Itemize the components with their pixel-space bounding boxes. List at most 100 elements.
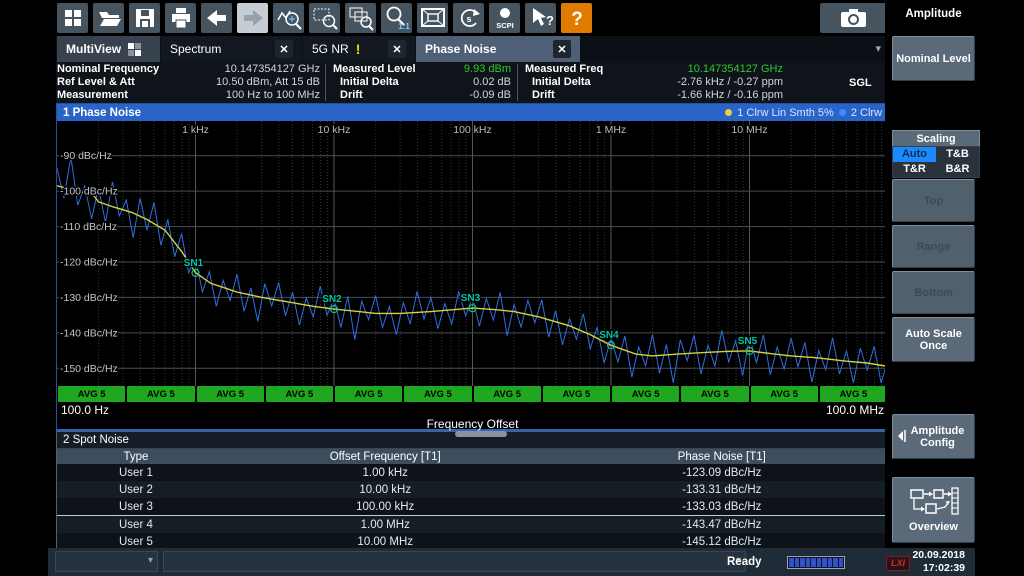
tab-phase-noise[interactable]: Phase Noise ✕ xyxy=(416,36,580,62)
table-row[interactable]: User 4 1.00 MHz -143.47 dBc/Hz xyxy=(57,515,888,533)
overview-button[interactable]: Overview xyxy=(892,477,975,543)
cell-offset: 100.00 kHz xyxy=(215,498,556,515)
scaling-option-br[interactable]: B&R xyxy=(936,162,979,177)
button-label: Bottom xyxy=(914,287,953,299)
table-row[interactable]: User 3 100.00 kHz -133.03 dBc/Hz xyxy=(57,498,888,515)
tab-5g-nr[interactable]: 5G NR ! ✕ xyxy=(303,36,415,62)
cell-offset: 10.00 kHz xyxy=(215,481,556,498)
info-label: Drift xyxy=(525,89,555,102)
window-title-bar[interactable]: 1 Phase Noise 1 Clrw Lin Smth 5% 2 Clrw xyxy=(57,104,888,121)
redo-button[interactable] xyxy=(237,3,268,33)
multi-zoom-button[interactable] xyxy=(345,3,376,33)
marker-label: SN4 xyxy=(599,330,619,341)
instrument-screen: 1:1 s SCPI ? xyxy=(0,0,1024,576)
chevron-down-icon: ▾ xyxy=(148,555,153,566)
windows-menu-button[interactable] xyxy=(57,3,88,33)
window-splitter-handle[interactable] xyxy=(455,431,507,437)
cell-phase-noise: -133.03 dBc/Hz xyxy=(556,498,888,515)
zoom-area-button[interactable] xyxy=(309,3,340,33)
phase-noise-window: 1 Phase Noise 1 Clrw Lin Smth 5% 2 Clrw … xyxy=(56,103,889,431)
info-value: -2.76 kHz / -0.27 ppm xyxy=(677,76,783,89)
save-button[interactable] xyxy=(129,3,160,33)
info-label: Measured Level xyxy=(333,63,416,76)
measurement-info-bar: Nominal Frequency 10.147354127 GHz Ref L… xyxy=(56,62,889,103)
avg-segment: AVG 5 xyxy=(474,386,541,402)
cell-type: User 1 xyxy=(57,464,215,481)
scaling-option-tr[interactable]: T&R xyxy=(893,162,936,177)
svg-text:?: ? xyxy=(546,13,554,28)
multi-window-zoom-icon xyxy=(348,5,374,31)
info-label: Initial Delta xyxy=(333,76,399,89)
close-tab-icon[interactable]: ✕ xyxy=(275,40,293,58)
context-help-button[interactable]: ? xyxy=(525,3,556,33)
info-value: 10.147354127 GHz xyxy=(225,63,320,76)
warning-icon: ! xyxy=(356,41,361,57)
windows-logo-icon xyxy=(62,7,84,29)
cell-offset: 1.00 MHz xyxy=(215,516,556,533)
marker-label: SN2 xyxy=(322,294,342,305)
help-button[interactable]: ? xyxy=(561,3,592,33)
amplitude-config-button[interactable]: Amplitude Config xyxy=(892,414,975,459)
trace-legend: 1 Clrw Lin Smth 5% 2 Clrw xyxy=(725,107,882,119)
status-message-dropdown[interactable]: ▾ xyxy=(163,551,746,572)
zoom-waveform-icon xyxy=(276,5,302,31)
tab-label: MultiView xyxy=(66,42,121,56)
info-column-level: Measured Level 9.93 dBm Initial Delta 0.… xyxy=(333,63,511,102)
cell-type: User 3 xyxy=(57,498,215,515)
screenshot-button[interactable] xyxy=(820,3,888,33)
close-tab-icon[interactable]: ✕ xyxy=(388,40,406,58)
open-file-button[interactable] xyxy=(93,3,124,33)
sweep-refresh-button[interactable]: s xyxy=(453,3,484,33)
auto-scale-once-button[interactable]: Auto Scale Once xyxy=(892,317,975,362)
date-label: 20.09.2018 xyxy=(911,549,965,562)
info-column-measured-freq: Measured Freq 10.147354127 GHz Initial D… xyxy=(525,63,783,102)
channel-tab-bar: MultiView Spectrum ✕ 5G NR ! ✕ Phase Noi… xyxy=(56,36,889,62)
table-row[interactable]: User 1 1.00 kHz -123.09 dBc/Hz xyxy=(57,464,888,481)
scpi-recorder-button[interactable]: SCPI xyxy=(489,3,520,33)
info-value: 10.50 dBm, Att 15 dB xyxy=(216,76,320,89)
avg-segment: AVG 5 xyxy=(266,386,333,402)
tab-multiview[interactable]: MultiView xyxy=(57,36,160,62)
button-label: Auto Scale Once xyxy=(893,328,974,352)
y-axis-tick-label: -90 dBc/Hz xyxy=(60,150,112,162)
tab-overflow-dropdown-icon[interactable]: ▾ xyxy=(875,42,881,55)
y-axis-tick-label: -100 dBc/Hz xyxy=(60,186,118,198)
info-label: Nominal Frequency xyxy=(57,63,159,76)
svg-text:?: ? xyxy=(571,9,583,30)
phase-noise-chart[interactable]: SN1SN2SN3SN4SN5-90 dBc/Hz-100 dBc/Hz-110… xyxy=(57,121,888,386)
tab-spectrum[interactable]: Spectrum ✕ xyxy=(161,36,302,62)
multiview-grid-icon xyxy=(128,43,141,56)
x-axis-stop-label: 100.0 MHz xyxy=(826,403,884,417)
undo-button[interactable] xyxy=(201,3,232,33)
display-config-button[interactable] xyxy=(417,3,448,33)
softkey-menu-title: Amplitude xyxy=(892,8,975,20)
magnifier-1-1-icon: 1:1 xyxy=(384,5,410,31)
status-ready-label: Ready xyxy=(727,548,762,576)
help-question-icon: ? xyxy=(564,5,590,31)
scaling-option-auto[interactable]: Auto xyxy=(893,147,936,162)
table-row[interactable]: User 2 10.00 kHz -133.31 dBc/Hz xyxy=(57,481,888,498)
x-axis-tick-label: 1 kHz xyxy=(182,124,209,136)
avg-segment: AVG 5 xyxy=(543,386,610,402)
zoom-trace-button[interactable] xyxy=(273,3,304,33)
datetime-display: 20.09.2018 17:02:39 xyxy=(911,549,965,575)
x-axis-tick-label: 10 kHz xyxy=(318,124,351,136)
zoom-one-to-one-button[interactable]: 1:1 xyxy=(381,3,412,33)
avg-segment: AVG 5 xyxy=(820,386,887,402)
scaling-option-tb[interactable]: T&B xyxy=(936,147,979,162)
camera-icon xyxy=(838,6,870,30)
column-header-offset-frequency: Offset Frequency [T1] xyxy=(215,449,556,464)
divider xyxy=(517,64,518,101)
range-button: Range xyxy=(892,225,975,268)
cell-phase-noise: -133.31 dBc/Hz xyxy=(556,481,888,498)
info-value: 100 Hz to 100 MHz xyxy=(226,89,320,102)
nominal-level-button[interactable]: Nominal Level xyxy=(892,36,975,81)
print-button[interactable] xyxy=(165,3,196,33)
open-folder-icon xyxy=(96,6,122,30)
y-axis-tick-label: -120 dBc/Hz xyxy=(60,257,118,269)
marker-label: SN3 xyxy=(461,293,481,304)
overview-flow-icon xyxy=(909,487,959,517)
close-tab-icon[interactable]: ✕ xyxy=(553,40,571,58)
info-value: -0.09 dB xyxy=(469,89,511,102)
status-dropdown-left[interactable]: ▾ xyxy=(55,551,158,572)
